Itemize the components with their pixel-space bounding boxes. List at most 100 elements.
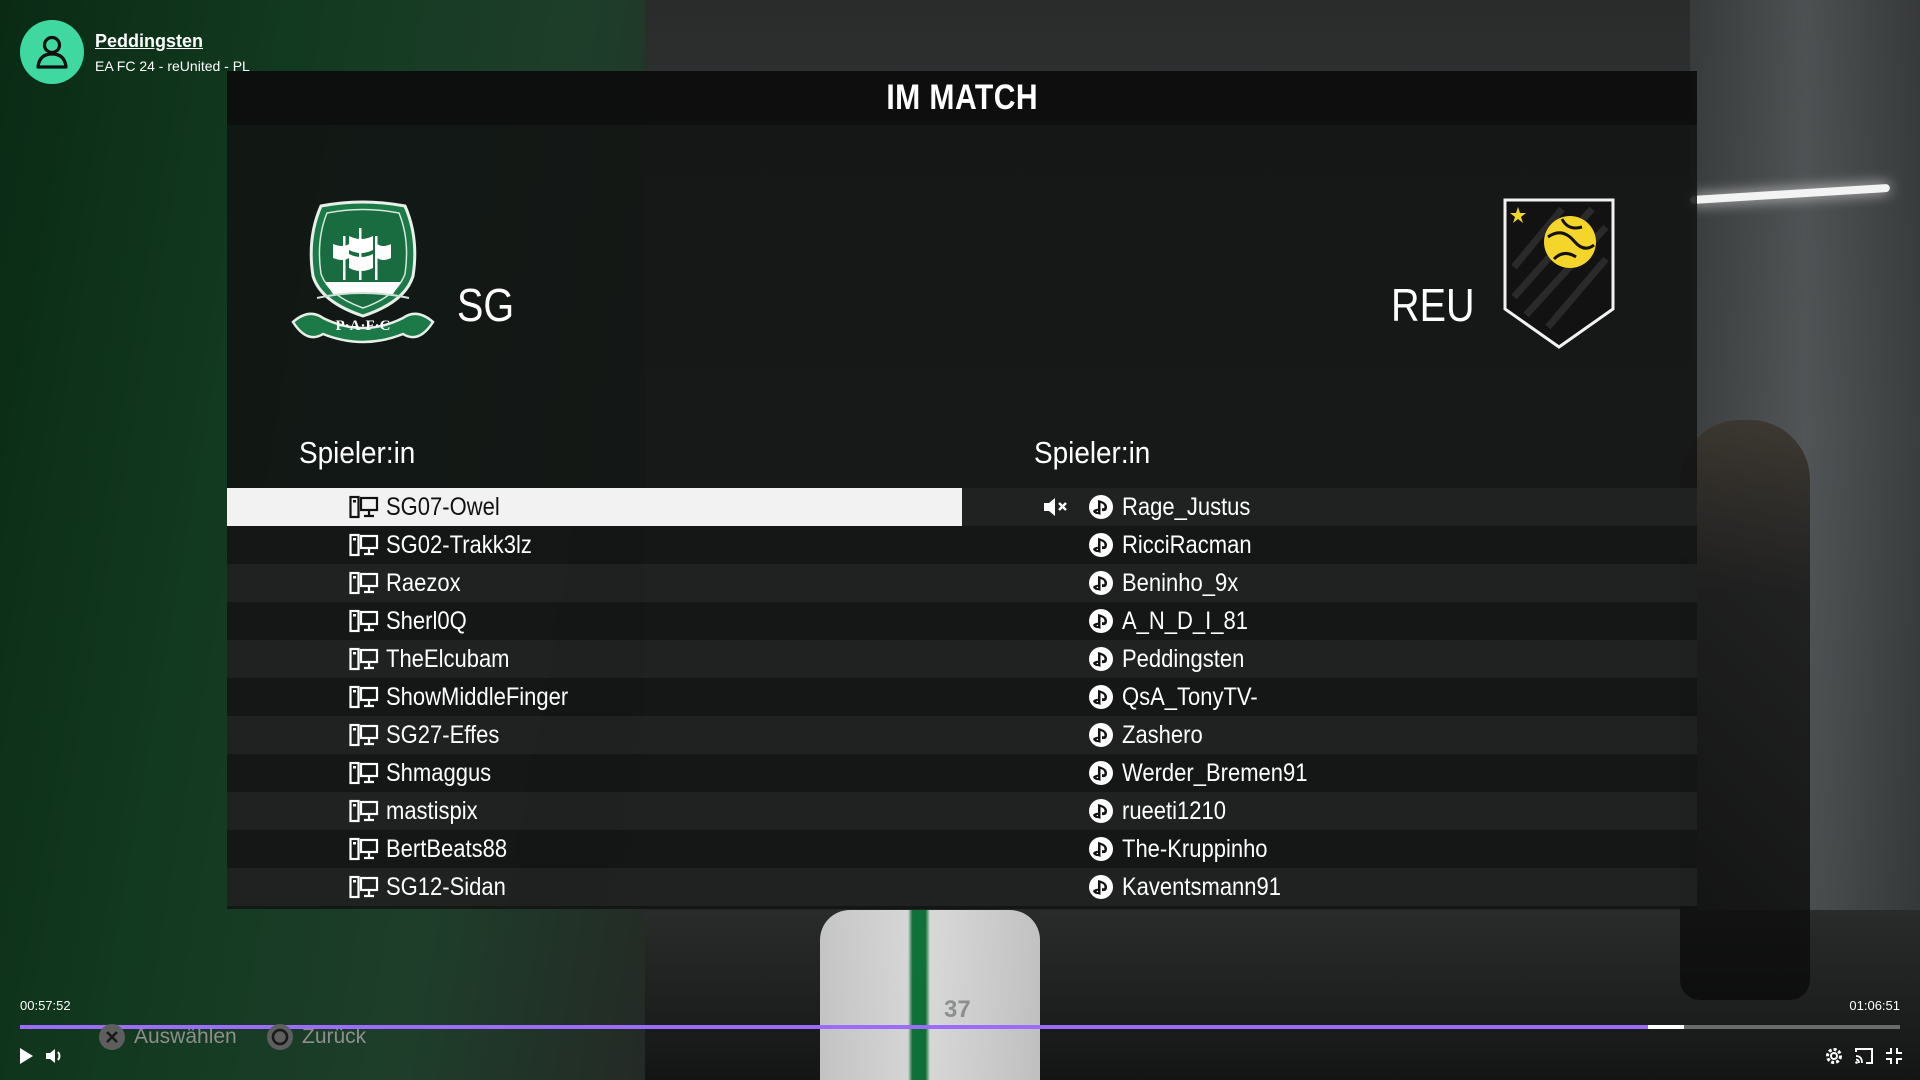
volume-icon — [46, 1049, 61, 1063]
playstation-icon — [1086, 875, 1116, 899]
list-item[interactable]: A_N_D_I_81 — [962, 602, 1697, 640]
volume-button[interactable] — [43, 1044, 67, 1068]
buffered-range — [1647, 1025, 1684, 1029]
back-hint-label: Zurück — [302, 1025, 367, 1048]
pc-icon — [349, 533, 379, 557]
pc-icon — [349, 571, 379, 595]
list-item[interactable]: SG07-Owel — [227, 488, 962, 526]
list-item[interactable]: mastispix — [227, 792, 962, 830]
player-name: Raezox — [386, 568, 461, 597]
playstation-icon — [1086, 571, 1116, 595]
player-name: RicciRacman — [1122, 530, 1252, 559]
list-item[interactable]: Beninho_9x — [962, 564, 1697, 602]
playstation-icon — [1086, 495, 1116, 519]
playstation-icon — [1086, 647, 1116, 671]
list-item[interactable]: Kaventsmann91 — [962, 868, 1697, 906]
current-time: 00:57:52 — [20, 998, 71, 1013]
list-item[interactable]: Zashero — [962, 716, 1697, 754]
total-time: 01:06:51 — [1849, 998, 1900, 1013]
list-item[interactable]: SG27-Effes — [227, 716, 962, 754]
list-item[interactable]: Peddingsten — [962, 640, 1697, 678]
cast-icon — [1855, 1048, 1873, 1064]
away-team-crest — [1502, 197, 1616, 353]
player-name: BertBeats88 — [386, 834, 508, 863]
pc-icon — [349, 875, 379, 899]
pc-icon — [349, 647, 379, 671]
list-item[interactable]: Werder_Bremen91 — [962, 754, 1697, 792]
player-name: Sherl0Q — [386, 606, 467, 635]
player-name: Beninho_9x — [1122, 568, 1239, 597]
player-name: The-Kruppinho — [1122, 834, 1268, 863]
player-name: A_N_D_I_81 — [1122, 606, 1248, 635]
away-players-header: Spieler:in — [1034, 435, 1151, 470]
cross-button-icon — [99, 1024, 125, 1050]
list-item[interactable]: SG02-Trakk3lz — [227, 526, 962, 564]
list-item[interactable]: SG12-Sidan — [227, 868, 962, 906]
list-item[interactable]: RicciRacman — [962, 526, 1697, 564]
circle-button-icon — [267, 1024, 293, 1050]
player-name: Zashero — [1122, 720, 1203, 749]
home-player-list: SG07-Owel SG02-Trakk3lz Raezox Sherl0Q T… — [227, 488, 962, 906]
pc-icon — [349, 799, 379, 823]
exit-fullscreen-icon — [1886, 1048, 1902, 1064]
away-player-list: Rage_Justus RicciRacman Beninho_9x A_N_D… — [962, 488, 1697, 906]
crest-lettering: P·A·F·C — [336, 318, 391, 334]
list-item[interactable]: rueeti1210 — [962, 792, 1697, 830]
player-name: ShowMiddleFinger — [386, 682, 569, 711]
playstation-icon — [1086, 533, 1116, 557]
channel-subtitle: EA FC 24 - reUnited - PL — [95, 57, 250, 74]
list-item[interactable]: Sherl0Q — [227, 602, 962, 640]
list-item[interactable]: QsA_TonyTV- — [962, 678, 1697, 716]
avatar[interactable] — [20, 20, 84, 84]
player-name: QsA_TonyTV- — [1122, 682, 1258, 711]
list-item[interactable]: Shmaggus — [227, 754, 962, 792]
cast-button[interactable] — [1852, 1044, 1876, 1068]
list-item[interactable]: BertBeats88 — [227, 830, 962, 868]
player-name: Kaventsmann91 — [1122, 872, 1282, 901]
pc-icon — [349, 761, 379, 785]
opponent-player-figure — [1680, 420, 1810, 1000]
match-lobby-panel: IM MATCH P·A·F·C SG REU Spieler:in Spiel… — [227, 71, 1697, 909]
away-team-abbr: REU — [1391, 279, 1475, 331]
channel-name[interactable]: Peddingsten — [95, 31, 250, 52]
select-hint: Auswählen — [98, 1023, 237, 1051]
select-hint-label: Auswählen — [134, 1025, 237, 1048]
page-title: IM MATCH — [886, 78, 1038, 117]
play-button[interactable] — [14, 1044, 38, 1068]
list-item[interactable]: Raezox — [227, 564, 962, 602]
player-name: mastispix — [386, 796, 478, 825]
player-name: rueeti1210 — [1122, 796, 1226, 825]
list-item[interactable]: TheElcubam — [227, 640, 962, 678]
play-icon — [20, 1048, 33, 1064]
player-name: SG07-Owel — [386, 492, 500, 521]
pc-icon — [349, 685, 379, 709]
player-name: Shmaggus — [386, 758, 492, 787]
pc-icon — [349, 609, 379, 633]
player-name: Werder_Bremen91 — [1122, 758, 1308, 787]
playstation-icon — [1086, 761, 1116, 785]
player-name: SG12-Sidan — [386, 872, 506, 901]
panel-title-bar: IM MATCH — [227, 71, 1697, 125]
muted-speaker-icon[interactable] — [1042, 496, 1068, 522]
list-item[interactable]: ShowMiddleFinger — [227, 678, 962, 716]
playstation-icon — [1086, 609, 1116, 633]
gear-icon — [1826, 1048, 1842, 1064]
settings-button[interactable] — [1822, 1044, 1846, 1068]
list-item[interactable]: The-Kruppinho — [962, 830, 1697, 868]
back-hint: Zurück — [266, 1023, 366, 1051]
player-name: Rage_Justus — [1122, 492, 1251, 521]
channel-header: Peddingsten EA FC 24 - reUnited - PL — [20, 20, 250, 84]
playstation-icon — [1086, 723, 1116, 747]
pc-icon — [349, 837, 379, 861]
playstation-icon — [1086, 799, 1116, 823]
list-item[interactable]: Rage_Justus — [962, 488, 1697, 526]
home-players-header: Spieler:in — [299, 435, 416, 470]
pc-icon — [349, 723, 379, 747]
player-name: SG02-Trakk3lz — [386, 530, 532, 559]
player-name: SG27-Effes — [386, 720, 500, 749]
playstation-icon — [1086, 837, 1116, 861]
player-name: TheElcubam — [386, 644, 510, 673]
home-player-figure — [820, 910, 1040, 1080]
home-team-abbr: SG — [457, 279, 515, 331]
exit-fullscreen-button[interactable] — [1882, 1044, 1906, 1068]
